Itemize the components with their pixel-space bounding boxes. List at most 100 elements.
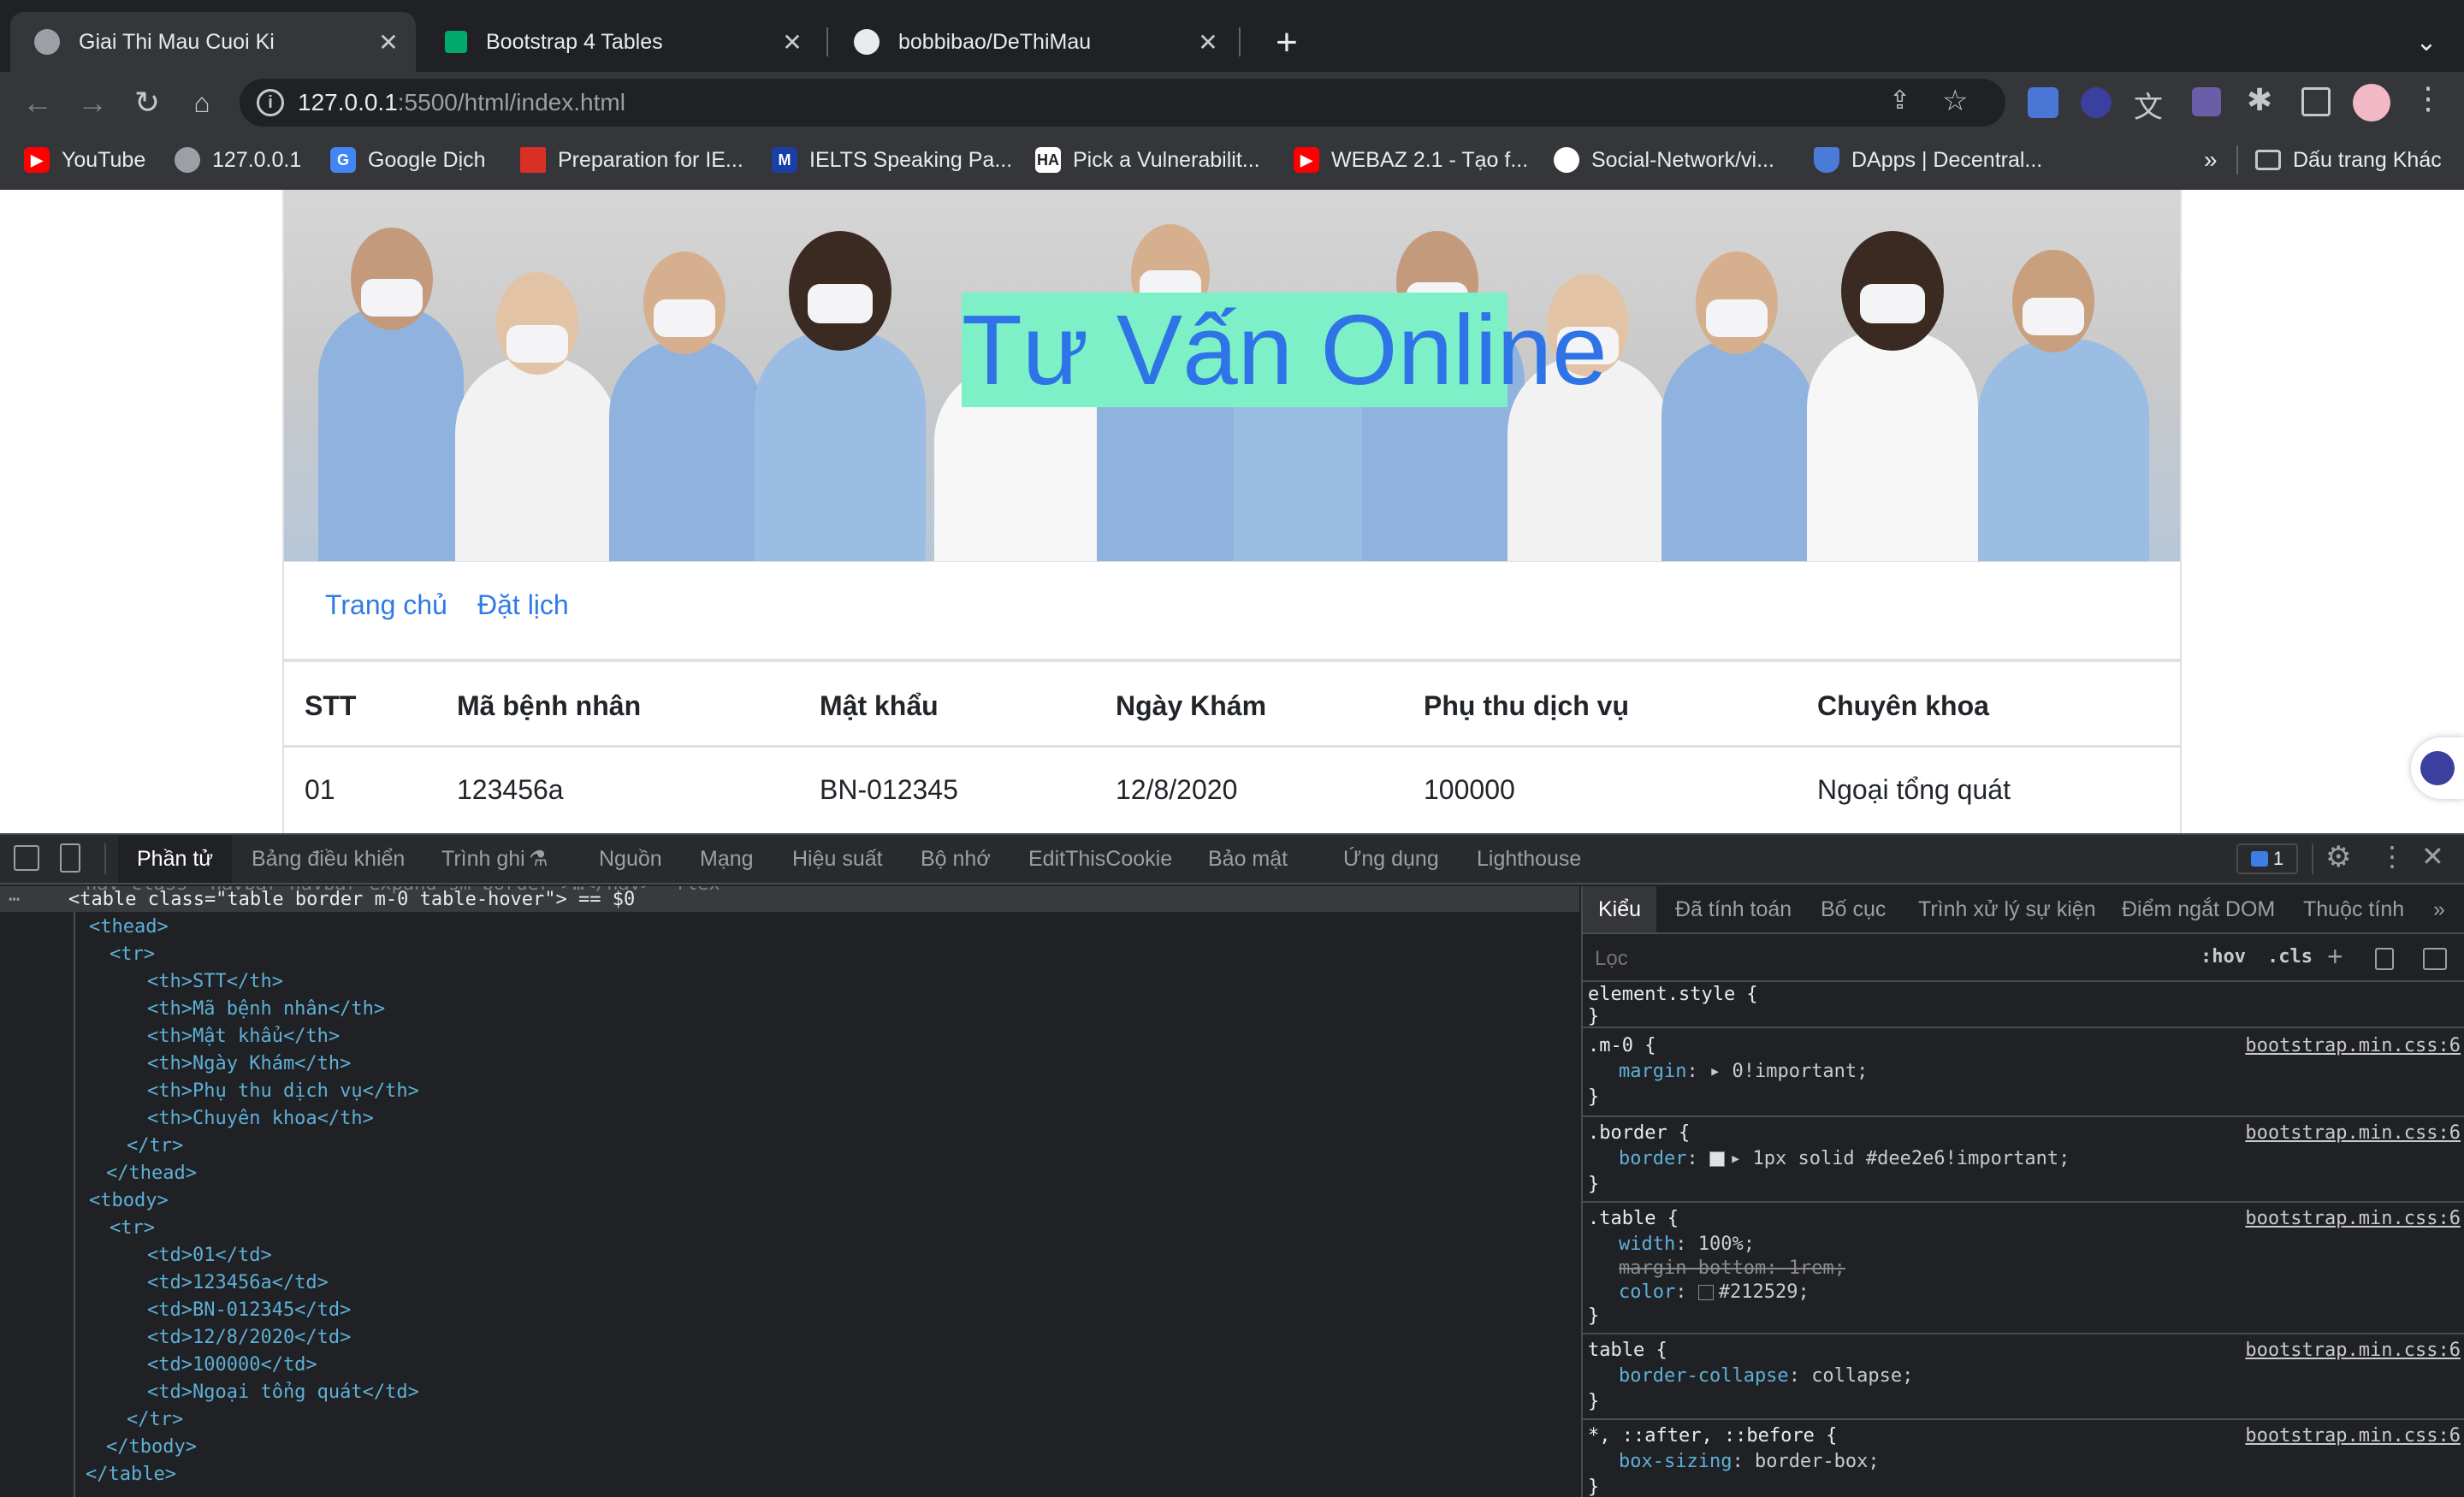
rule-source-link[interactable]: bootstrap.min.css:6 xyxy=(2245,1033,2461,1059)
close-icon[interactable]: ✕ xyxy=(371,28,406,56)
paint-brush-icon[interactable] xyxy=(2375,948,2394,970)
devtools-tab-elements[interactable]: Phần tử xyxy=(118,835,233,883)
styles-tabs-overflow-icon[interactable]: » xyxy=(2433,886,2445,932)
rule-source-link[interactable]: bootstrap.min.css:6 xyxy=(2245,1423,2461,1449)
devtools-tab-recorder[interactable]: Trình ghi xyxy=(441,835,525,883)
bookmark-ielts-speaking[interactable]: M IELTS Speaking Pa... xyxy=(772,133,1012,186)
tab-search-chevron-icon[interactable]: ⌄ xyxy=(2406,19,2447,67)
bookmark-google-dich[interactable]: G Google Dịch xyxy=(330,133,486,186)
rule-selector[interactable]: table { xyxy=(1588,1338,1667,1364)
devtools-tab-sources[interactable]: Nguồn xyxy=(599,835,662,883)
bookmark-pick-vulnerability[interactable]: HA Pick a Vulnerabilit... xyxy=(1035,133,1260,186)
google-translate-extension-icon[interactable] xyxy=(2028,87,2058,118)
bookmarks-overflow-chevron-icon[interactable]: » xyxy=(2204,133,2218,186)
close-icon[interactable]: ✕ xyxy=(775,28,809,56)
nav-link-dat-lich[interactable]: Đặt lịch xyxy=(477,589,569,621)
close-devtools-icon[interactable]: ✕ xyxy=(2421,840,2444,873)
rule-selector[interactable]: .border { xyxy=(1588,1121,1690,1146)
bookmark-dapps[interactable]: DApps | Decentral... xyxy=(1814,133,2042,186)
address-bar[interactable]: i 127.0.0.1:5500/html/index.html ⇪ ☆ xyxy=(240,79,2005,127)
table-row[interactable]: 01 123456a BN-012345 12/8/2020 100000 Ng… xyxy=(284,748,2180,831)
dom-line[interactable]: <tr> xyxy=(110,1215,155,1242)
profile-avatar[interactable] xyxy=(2353,84,2390,121)
dom-line[interactable]: <td>BN-012345</td> xyxy=(147,1297,351,1324)
dom-line[interactable]: </thead> xyxy=(106,1160,197,1187)
styles-tab-event-listeners[interactable]: Trình xử lý sự kiện xyxy=(1918,886,2096,932)
tab-giai-thi-mau[interactable]: Giai Thi Mau Cuoi Ki ✕ xyxy=(10,12,416,72)
ai-assistant-extension-icon[interactable] xyxy=(2081,87,2112,118)
dictionary-extension-icon[interactable]: ⽂ xyxy=(2134,84,2163,126)
rule-selector[interactable]: *, ::after, ::before { xyxy=(1588,1423,1837,1449)
styles-tab-computed[interactable]: Đã tính toán xyxy=(1675,886,1792,932)
tab-bootstrap-tables[interactable]: Bootstrap 4 Tables ✕ xyxy=(421,12,820,72)
dom-line[interactable]: <th>Mật khẩu</th> xyxy=(147,1023,340,1050)
capture-extension-icon[interactable] xyxy=(2192,87,2221,116)
dom-line[interactable]: <tr> xyxy=(110,941,155,968)
inspect-element-icon[interactable] xyxy=(14,845,39,871)
home-icon[interactable]: ⌂ xyxy=(178,72,226,133)
issues-badge[interactable]: 1 xyxy=(2236,843,2298,874)
styles-tab-layout[interactable]: Bố cục xyxy=(1821,886,1886,932)
rule-source-link[interactable]: bootstrap.min.css:6 xyxy=(2245,1206,2461,1232)
rule-source-link[interactable]: bootstrap.min.css:6 xyxy=(2245,1121,2461,1146)
close-icon[interactable]: ✕ xyxy=(1191,28,1225,56)
devtools-tab-memory[interactable]: Bộ nhớ xyxy=(921,835,991,883)
rule-property[interactable]: border: ▸ 1px solid #dee2e6!important; xyxy=(1619,1146,2070,1172)
side-panel-icon[interactable] xyxy=(2301,87,2331,116)
menu-kebab-icon[interactable]: ⋮ xyxy=(2413,80,2443,116)
dom-line[interactable]: <th>STT</th> xyxy=(147,968,283,996)
extensions-puzzle-icon[interactable]: ✱ xyxy=(2247,82,2272,118)
rule-property[interactable]: color: #212529; xyxy=(1619,1280,1810,1305)
new-style-rule-plus-icon[interactable]: + xyxy=(2327,941,2343,973)
forward-arrow-icon[interactable]: → xyxy=(68,72,116,133)
nav-link-trang-chu[interactable]: Trang chủ xyxy=(325,589,447,621)
bookmark-other-folder[interactable]: Dấu trang Khác xyxy=(2255,133,2442,186)
dom-line[interactable]: <td>01</td> xyxy=(147,1242,272,1269)
rule-selector[interactable]: .table { xyxy=(1588,1206,1679,1232)
rule-selector[interactable]: element.style { xyxy=(1588,982,1758,1008)
rule-property[interactable]: width: 100%; xyxy=(1619,1232,1755,1257)
hov-toggle[interactable]: :hov xyxy=(2200,946,2246,967)
styles-tab-styles[interactable]: Kiểu xyxy=(1583,886,1657,932)
dom-line[interactable]: <td>Ngoại tổng quát</td> xyxy=(147,1379,419,1406)
dom-line[interactable]: </table> xyxy=(86,1461,176,1488)
bookmark-webaz[interactable]: ▶ WEBAZ 2.1 - Tạo f... xyxy=(1294,133,1528,186)
devtools-tab-editthiscookie[interactable]: EditThisCookie xyxy=(1028,835,1172,883)
dom-line[interactable]: <th>Phụ thu dịch vụ</th> xyxy=(147,1078,419,1105)
devtools-tab-performance[interactable]: Hiệu suất xyxy=(792,835,883,883)
info-icon[interactable]: i xyxy=(257,89,284,116)
dom-line[interactable]: <thead> xyxy=(89,914,169,941)
devtools-tab-application[interactable]: Ứng dụng xyxy=(1343,835,1439,883)
dom-line[interactable]: <th>Chuyên khoa</th> xyxy=(147,1105,374,1133)
devtools-tab-security[interactable]: Bảo mật xyxy=(1208,835,1288,883)
devtools-tab-console[interactable]: Bảng điều khiển xyxy=(252,835,405,883)
reload-icon[interactable]: ↻ xyxy=(123,72,171,133)
dom-line[interactable]: </tr> xyxy=(127,1406,183,1434)
color-swatch[interactable] xyxy=(1709,1151,1725,1167)
rule-property[interactable]: box-sizing: border-box; xyxy=(1619,1449,1880,1475)
rule-property[interactable]: margin: ▸ 0!important; xyxy=(1619,1059,1868,1085)
cls-toggle[interactable]: .cls xyxy=(2267,946,2313,967)
dom-line[interactable]: <tbody> xyxy=(89,1187,169,1215)
bookmark-preparation-ielts[interactable]: Preparation for IE... xyxy=(520,133,743,186)
dom-line[interactable]: <td>100000</td> xyxy=(147,1352,317,1379)
bookmark-social-network[interactable]: Social-Network/vi... xyxy=(1554,133,1774,186)
bookmark-star-icon[interactable]: ☆ xyxy=(1942,84,1968,118)
styles-tab-properties[interactable]: Thuộc tính xyxy=(2303,886,2404,932)
back-arrow-icon[interactable]: ← xyxy=(14,72,62,133)
dom-line[interactable]: <th>Ngày Khám</th> xyxy=(147,1050,351,1078)
devtools-menu-kebab-icon[interactable]: ⋮ xyxy=(2378,840,2406,873)
devtools-tab-network[interactable]: Mạng xyxy=(700,835,754,883)
settings-gear-icon[interactable]: ⚙ xyxy=(2325,840,2351,874)
dom-line[interactable]: </tbody> xyxy=(106,1434,197,1461)
dom-line[interactable]: <th>Mã bệnh nhân</th> xyxy=(147,996,385,1023)
rule-selector[interactable]: .m-0 { xyxy=(1588,1033,1656,1059)
rule-property-overridden[interactable]: margin-bottom: 1rem; xyxy=(1619,1256,1845,1281)
styles-tab-dom-breakpoints[interactable]: Điểm ngắt DOM xyxy=(2122,886,2275,932)
dom-line[interactable]: <td>12/8/2020</td> xyxy=(147,1324,351,1352)
floating-assistant-button[interactable] xyxy=(2411,737,2464,799)
tab-github[interactable]: bobbibao/DeThiMau ✕ xyxy=(830,12,1235,72)
more-dots-icon[interactable]: ⋯ xyxy=(9,886,20,914)
device-toolbar-icon[interactable] xyxy=(60,843,80,873)
bookmark-localhost[interactable]: 127.0.0.1 xyxy=(175,133,301,186)
